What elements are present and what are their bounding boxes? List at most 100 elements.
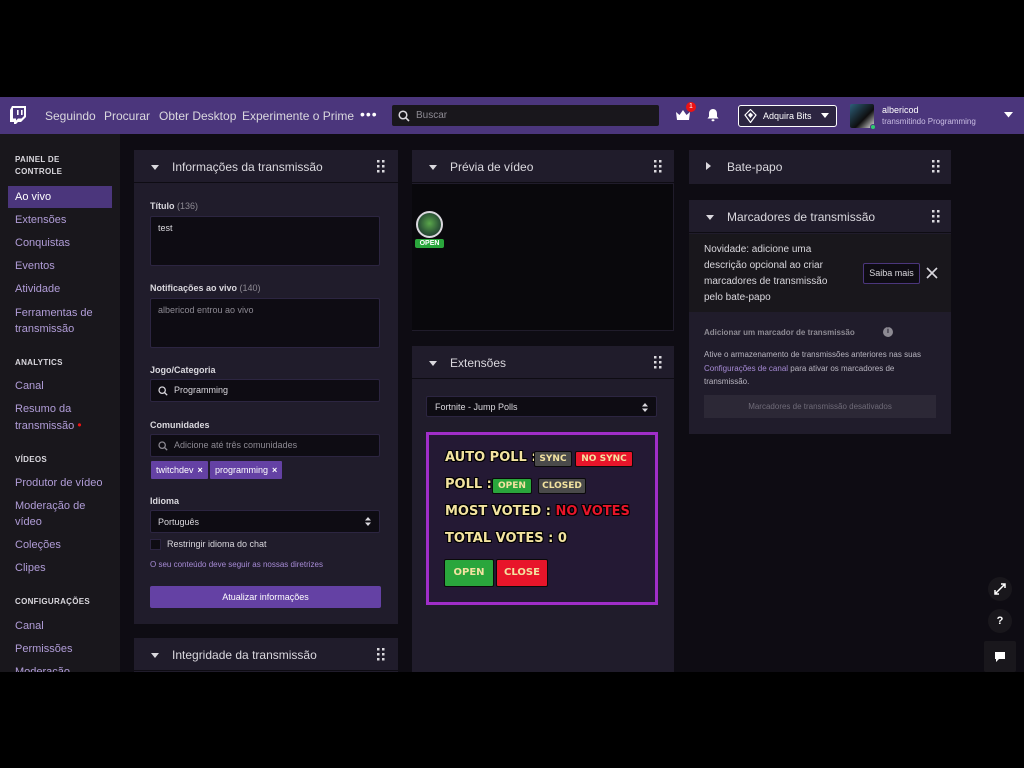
chat-panel: Bate-papo [689,150,951,184]
select-arrows-icon [642,403,648,412]
poll-open-button[interactable]: OPEN [492,478,532,494]
communities-input[interactable]: Adicione até três comunidades [150,434,380,457]
total-votes-value: 0 [557,531,567,546]
sidebar-item-extensions[interactable]: Extensões [15,212,113,228]
learn-more-button[interactable]: Saiba mais [863,263,920,284]
more-menu-icon[interactable]: ••• [360,106,378,122]
search-placeholder: Buscar [416,110,448,121]
sidebar-item-collections[interactable]: Coleções [15,537,113,553]
open-poll-button[interactable]: OPEN [444,559,494,587]
poll-label: POLL : [445,477,492,492]
sidebar-item-events[interactable]: Eventos [15,258,113,274]
sidebar-item-broadcast-tools[interactable]: Ferramentas de transmissão [15,305,113,337]
expand-caret-icon [706,162,711,170]
language-select[interactable]: Português [150,510,380,533]
bits-gem-icon [744,109,757,123]
sync-button[interactable]: SYNC [534,451,572,467]
chat-header[interactable]: Bate-papo [689,150,951,183]
update-info-button[interactable]: Atualizar informações [150,586,381,608]
drag-handle-icon[interactable] [377,648,385,661]
extensions-header[interactable]: Extensões [412,346,674,379]
title-field-label: Título (136) [150,201,198,211]
game-category-value: Programming [174,385,229,395]
extension-select-value: Fortnite - Jump Polls [435,402,518,412]
sidebar-item-achievements[interactable]: Conquistas [15,235,113,251]
markers-desc-before: Ative o armazenamento de transmissões an… [704,350,921,359]
drag-handle-icon[interactable] [654,356,662,369]
sidebar-item-video-producer[interactable]: Produtor de vídeo [15,475,113,491]
no-sync-button[interactable]: NO SYNC [575,451,633,467]
close-icon[interactable] [926,267,938,279]
stream-info-panel: Informações da transmissão Título (136) … [134,150,398,624]
sidebar-item-live[interactable]: Ao vivo [15,189,113,205]
remove-tag-icon[interactable]: × [272,465,277,475]
dashboard-sidebar: PAINEL DE CONTROLE Ao vivo Extensões Con… [0,134,120,672]
sidebar-item-video-moderation[interactable]: Moderação de vídeo [15,498,105,530]
video-preview-panel: Prévia de vídeo OPEN [412,150,674,331]
help-button[interactable]: ? [988,609,1012,633]
drag-handle-icon[interactable] [932,160,940,173]
twitch-logo-icon[interactable] [9,105,29,125]
stream-health-title: Integridade da transmissão [172,648,317,662]
nav-link-desktop[interactable]: Obter Desktop [159,109,236,123]
notification-label-text: Notificações ao vivo [150,283,238,293]
video-preview-header[interactable]: Prévia de vídeo [412,150,674,183]
popout-button[interactable] [988,577,1012,601]
user-name[interactable]: albericod [882,105,919,115]
remove-tag-icon[interactable]: × [198,465,203,475]
restrict-language-label: Restringir idioma do chat [167,539,267,549]
notification-badge: 1 [686,102,696,112]
markers-description: Ative o armazenamento de transmissões an… [704,348,939,389]
stream-summary-label: Resumo da transmissão [15,403,75,432]
nav-link-prime[interactable]: Experimente o Prime [242,109,354,123]
user-menu-chevron-icon[interactable] [1004,112,1013,118]
community-tag: programming × [210,461,283,479]
collapse-caret-icon [151,653,159,658]
sidebar-item-clips[interactable]: Clipes [15,560,113,576]
nav-link-following[interactable]: Seguindo [45,109,96,123]
close-poll-button[interactable]: CLOSE [496,559,548,587]
app-window: Seguindo Procurar Obter Desktop Experime… [0,97,1024,672]
notification-input[interactable]: albericod entrou ao vivo [150,298,380,348]
sidebar-item-activity[interactable]: Atividade [15,281,113,297]
poll-closed-button[interactable]: CLOSED [538,478,586,494]
drag-handle-icon[interactable] [654,160,662,173]
video-player[interactable]: OPEN [412,184,673,330]
stream-markers-header[interactable]: Marcadores de transmissão [689,200,951,233]
drag-handle-icon[interactable] [377,160,385,173]
drag-handle-icon[interactable] [932,210,940,223]
stream-info-header[interactable]: Informações da transmissão [134,150,398,183]
sidebar-item-permissions[interactable]: Permissões [15,641,113,657]
extension-select[interactable]: Fortnite - Jump Polls [426,396,657,417]
chat-toggle-button[interactable] [984,641,1016,672]
sidebar-section-settings: CONFIGURAÇÕES [15,597,91,606]
chevron-down-icon [821,113,829,118]
nav-link-browse[interactable]: Procurar [104,109,150,123]
get-bits-button[interactable]: Adquira Bits [738,105,837,127]
collapse-caret-icon [151,165,159,170]
extensions-title: Extensões [450,356,507,370]
top-navigation-bar: Seguindo Procurar Obter Desktop Experime… [0,97,1024,134]
search-input[interactable]: Buscar [392,105,659,126]
stream-health-header[interactable]: Integridade da transmissão [134,638,398,671]
video-preview-title: Prévia de vídeo [450,160,534,174]
restrict-language-checkbox[interactable] [150,539,161,550]
sidebar-item-moderation[interactable]: Moderação [15,664,113,672]
guidelines-link[interactable]: O seu conteúdo deve seguir as nossas dir… [150,560,323,569]
notification-field-label: Notificações ao vivo (140) [150,283,261,293]
language-value: Português [158,517,200,527]
get-bits-label: Adquira Bits [763,111,812,121]
game-category-input[interactable]: Programming [150,379,380,402]
stream-markers-title: Marcadores de transmissão [727,210,876,224]
sidebar-item-stream-summary[interactable]: Resumo da transmissão • [15,401,115,434]
sidebar-item-channel-analytics[interactable]: Canal [15,378,113,394]
channel-settings-link[interactable]: Configurações de canal [704,364,788,373]
select-arrows-icon [365,517,371,526]
sidebar-item-channel-settings[interactable]: Canal [15,618,113,634]
most-voted-value: NO VOTES [555,504,630,519]
info-icon[interactable]: i [883,327,893,337]
expand-arrows-icon [994,583,1006,595]
overlay-open-badge: OPEN [414,238,445,249]
title-input[interactable]: test [150,216,380,266]
bell-icon[interactable] [706,108,720,122]
